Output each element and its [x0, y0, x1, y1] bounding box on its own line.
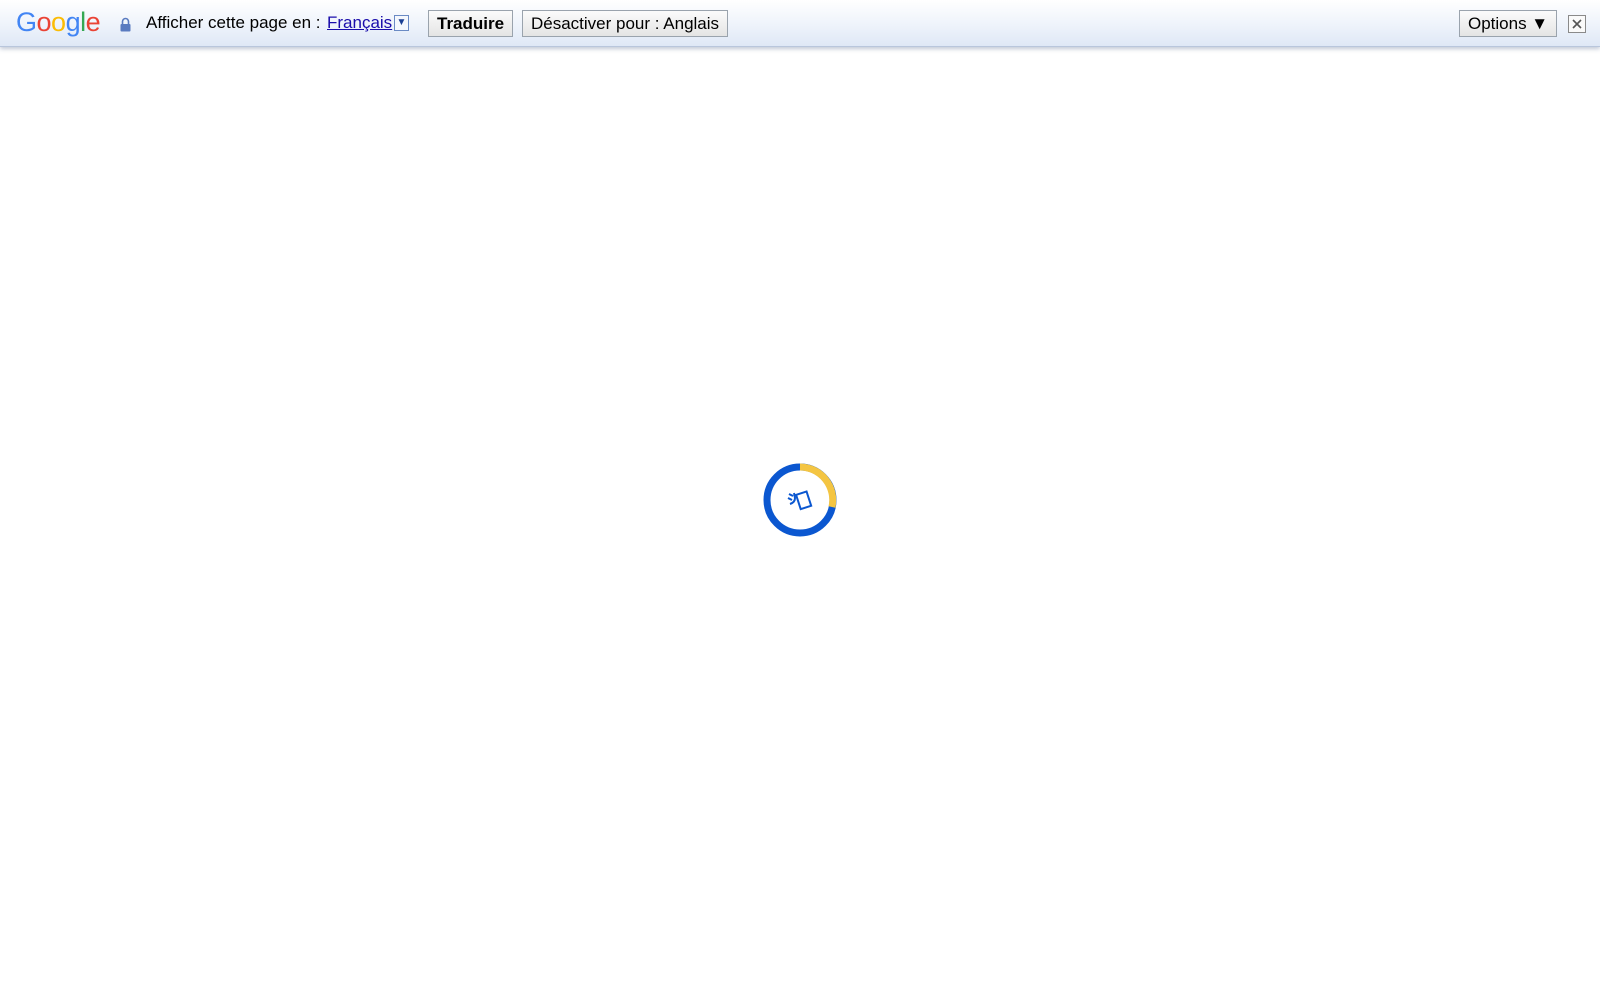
translate-glyph [787, 490, 813, 511]
close-icon[interactable] [1568, 15, 1586, 33]
language-dropdown-icon[interactable]: ▼ [394, 15, 409, 31]
google-translate-bar: Google Afficher cette page en : Français… [0, 0, 1600, 47]
logo-letter: o [51, 7, 66, 37]
google-logo: Google [16, 6, 101, 38]
logo-letter: G [16, 7, 37, 37]
lock-icon [120, 17, 131, 32]
logo-letter: g [65, 7, 81, 37]
options-button[interactable]: Options ▼ [1459, 10, 1558, 37]
logo-letter: o [36, 7, 52, 37]
translate-prompt: Afficher cette page en : [146, 13, 321, 32]
disable-translation-button[interactable]: Désactiver pour : Anglais [522, 10, 729, 37]
translate-spinner-icon [763, 463, 837, 537]
logo-letter: e [85, 7, 101, 37]
target-language-link[interactable]: Français [327, 13, 392, 33]
translate-button[interactable]: Traduire [428, 10, 514, 37]
